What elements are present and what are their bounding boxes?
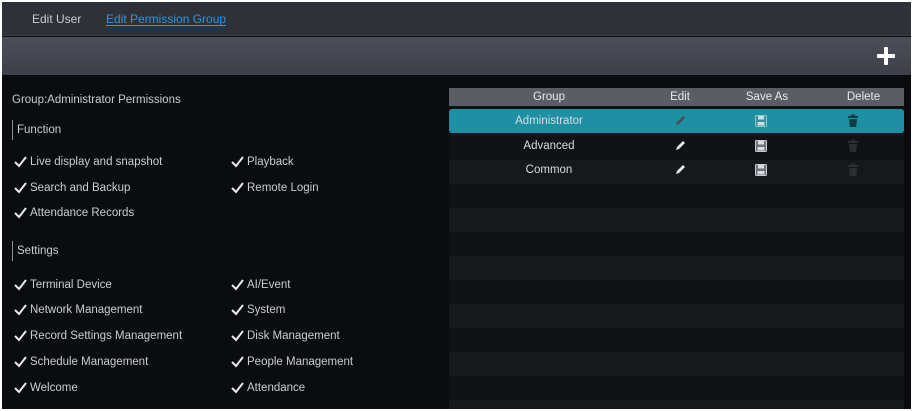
check-icon bbox=[231, 382, 244, 394]
check-icon bbox=[14, 382, 27, 394]
permission-label: Welcome bbox=[30, 382, 78, 394]
permission-item[interactable]: People Management bbox=[229, 354, 353, 370]
table-row[interactable]: Common bbox=[449, 158, 904, 182]
pencil-icon[interactable] bbox=[673, 114, 687, 128]
toolbar bbox=[2, 37, 911, 75]
group-name: Advanced bbox=[523, 140, 575, 152]
group-table: Group Edit Save As Delete Administrator bbox=[449, 88, 904, 409]
table-header: Group Edit Save As Delete bbox=[449, 88, 904, 106]
permission-item[interactable]: Schedule Management bbox=[12, 354, 148, 370]
permissions-panel: Group:Administrator Permissions Function… bbox=[2, 75, 442, 409]
permission-label: Schedule Management bbox=[30, 356, 149, 368]
section-header-settings: Settings bbox=[12, 241, 59, 261]
group-title: Group:Administrator Permissions bbox=[12, 94, 181, 106]
permission-label: Playback bbox=[247, 156, 294, 168]
pencil-icon[interactable] bbox=[673, 163, 687, 177]
permission-item[interactable]: AI/Event bbox=[229, 277, 290, 293]
header-delete: Delete bbox=[846, 91, 881, 103]
group-name: Administrator bbox=[515, 115, 583, 127]
table-row[interactable]: Advanced bbox=[449, 134, 904, 158]
header-edit: Edit bbox=[670, 91, 690, 103]
check-icon bbox=[231, 182, 244, 194]
trash-icon bbox=[848, 163, 858, 176]
permission-item[interactable]: System bbox=[229, 302, 285, 318]
permission-window: Edit User Edit Permission Group Group:Ad… bbox=[2, 2, 911, 409]
table-row[interactable]: Administrator bbox=[449, 109, 904, 133]
permission-item[interactable]: Terminal Device bbox=[12, 277, 112, 293]
permission-label: People Management bbox=[247, 356, 354, 368]
check-icon bbox=[14, 279, 27, 291]
permission-item[interactable]: Attendance bbox=[229, 380, 305, 396]
check-icon bbox=[231, 356, 244, 368]
header-group: Group bbox=[533, 91, 565, 103]
permission-item[interactable]: Disk Management bbox=[229, 328, 340, 344]
trash-icon bbox=[848, 139, 858, 152]
permission-label: Disk Management bbox=[247, 330, 340, 342]
save-as-icon[interactable] bbox=[754, 163, 768, 177]
permission-label: Live display and snapshot bbox=[30, 156, 163, 168]
permission-item[interactable]: Playback bbox=[229, 154, 294, 170]
permission-label: AI/Event bbox=[247, 279, 291, 291]
tab-edit-permission-group[interactable]: Edit Permission Group bbox=[106, 12, 226, 26]
permission-item[interactable]: Welcome bbox=[12, 380, 78, 396]
check-icon bbox=[231, 330, 244, 342]
tab-bar: Edit User Edit Permission Group bbox=[2, 2, 911, 36]
permission-label: Network Management bbox=[30, 304, 143, 316]
permission-item[interactable]: Remote Login bbox=[229, 180, 319, 196]
check-icon bbox=[231, 156, 244, 168]
permission-item[interactable]: Attendance Records bbox=[12, 205, 134, 221]
header-save-as: Save As bbox=[745, 91, 789, 103]
permission-label: Terminal Device bbox=[30, 279, 112, 291]
tab-edit-user[interactable]: Edit User bbox=[32, 12, 81, 26]
check-icon bbox=[14, 182, 27, 194]
save-as-icon[interactable] bbox=[754, 139, 768, 153]
group-name: Common bbox=[525, 164, 573, 176]
check-icon bbox=[231, 304, 244, 316]
check-icon bbox=[14, 304, 27, 316]
permission-label: Remote Login bbox=[247, 182, 319, 194]
permission-label: Attendance bbox=[247, 382, 306, 394]
permission-label: Record Settings Management bbox=[30, 330, 183, 342]
permission-label: Attendance Records bbox=[30, 207, 135, 219]
add-group-button[interactable] bbox=[875, 45, 897, 67]
section-header-function: Function bbox=[12, 120, 61, 140]
check-icon bbox=[14, 356, 27, 368]
check-icon bbox=[14, 207, 27, 219]
pencil-icon[interactable] bbox=[673, 139, 687, 153]
permission-item[interactable]: Search and Backup bbox=[12, 180, 130, 196]
permission-label: System bbox=[247, 304, 286, 316]
check-icon bbox=[231, 279, 244, 291]
permission-item[interactable]: Live display and snapshot bbox=[12, 154, 162, 170]
permission-item[interactable]: Network Management bbox=[12, 302, 143, 318]
check-icon bbox=[14, 330, 27, 342]
permission-label: Search and Backup bbox=[30, 182, 131, 194]
permission-item[interactable]: Record Settings Management bbox=[12, 328, 182, 344]
trash-icon[interactable] bbox=[846, 114, 860, 128]
save-as-icon[interactable] bbox=[754, 114, 768, 128]
check-icon bbox=[14, 156, 27, 168]
